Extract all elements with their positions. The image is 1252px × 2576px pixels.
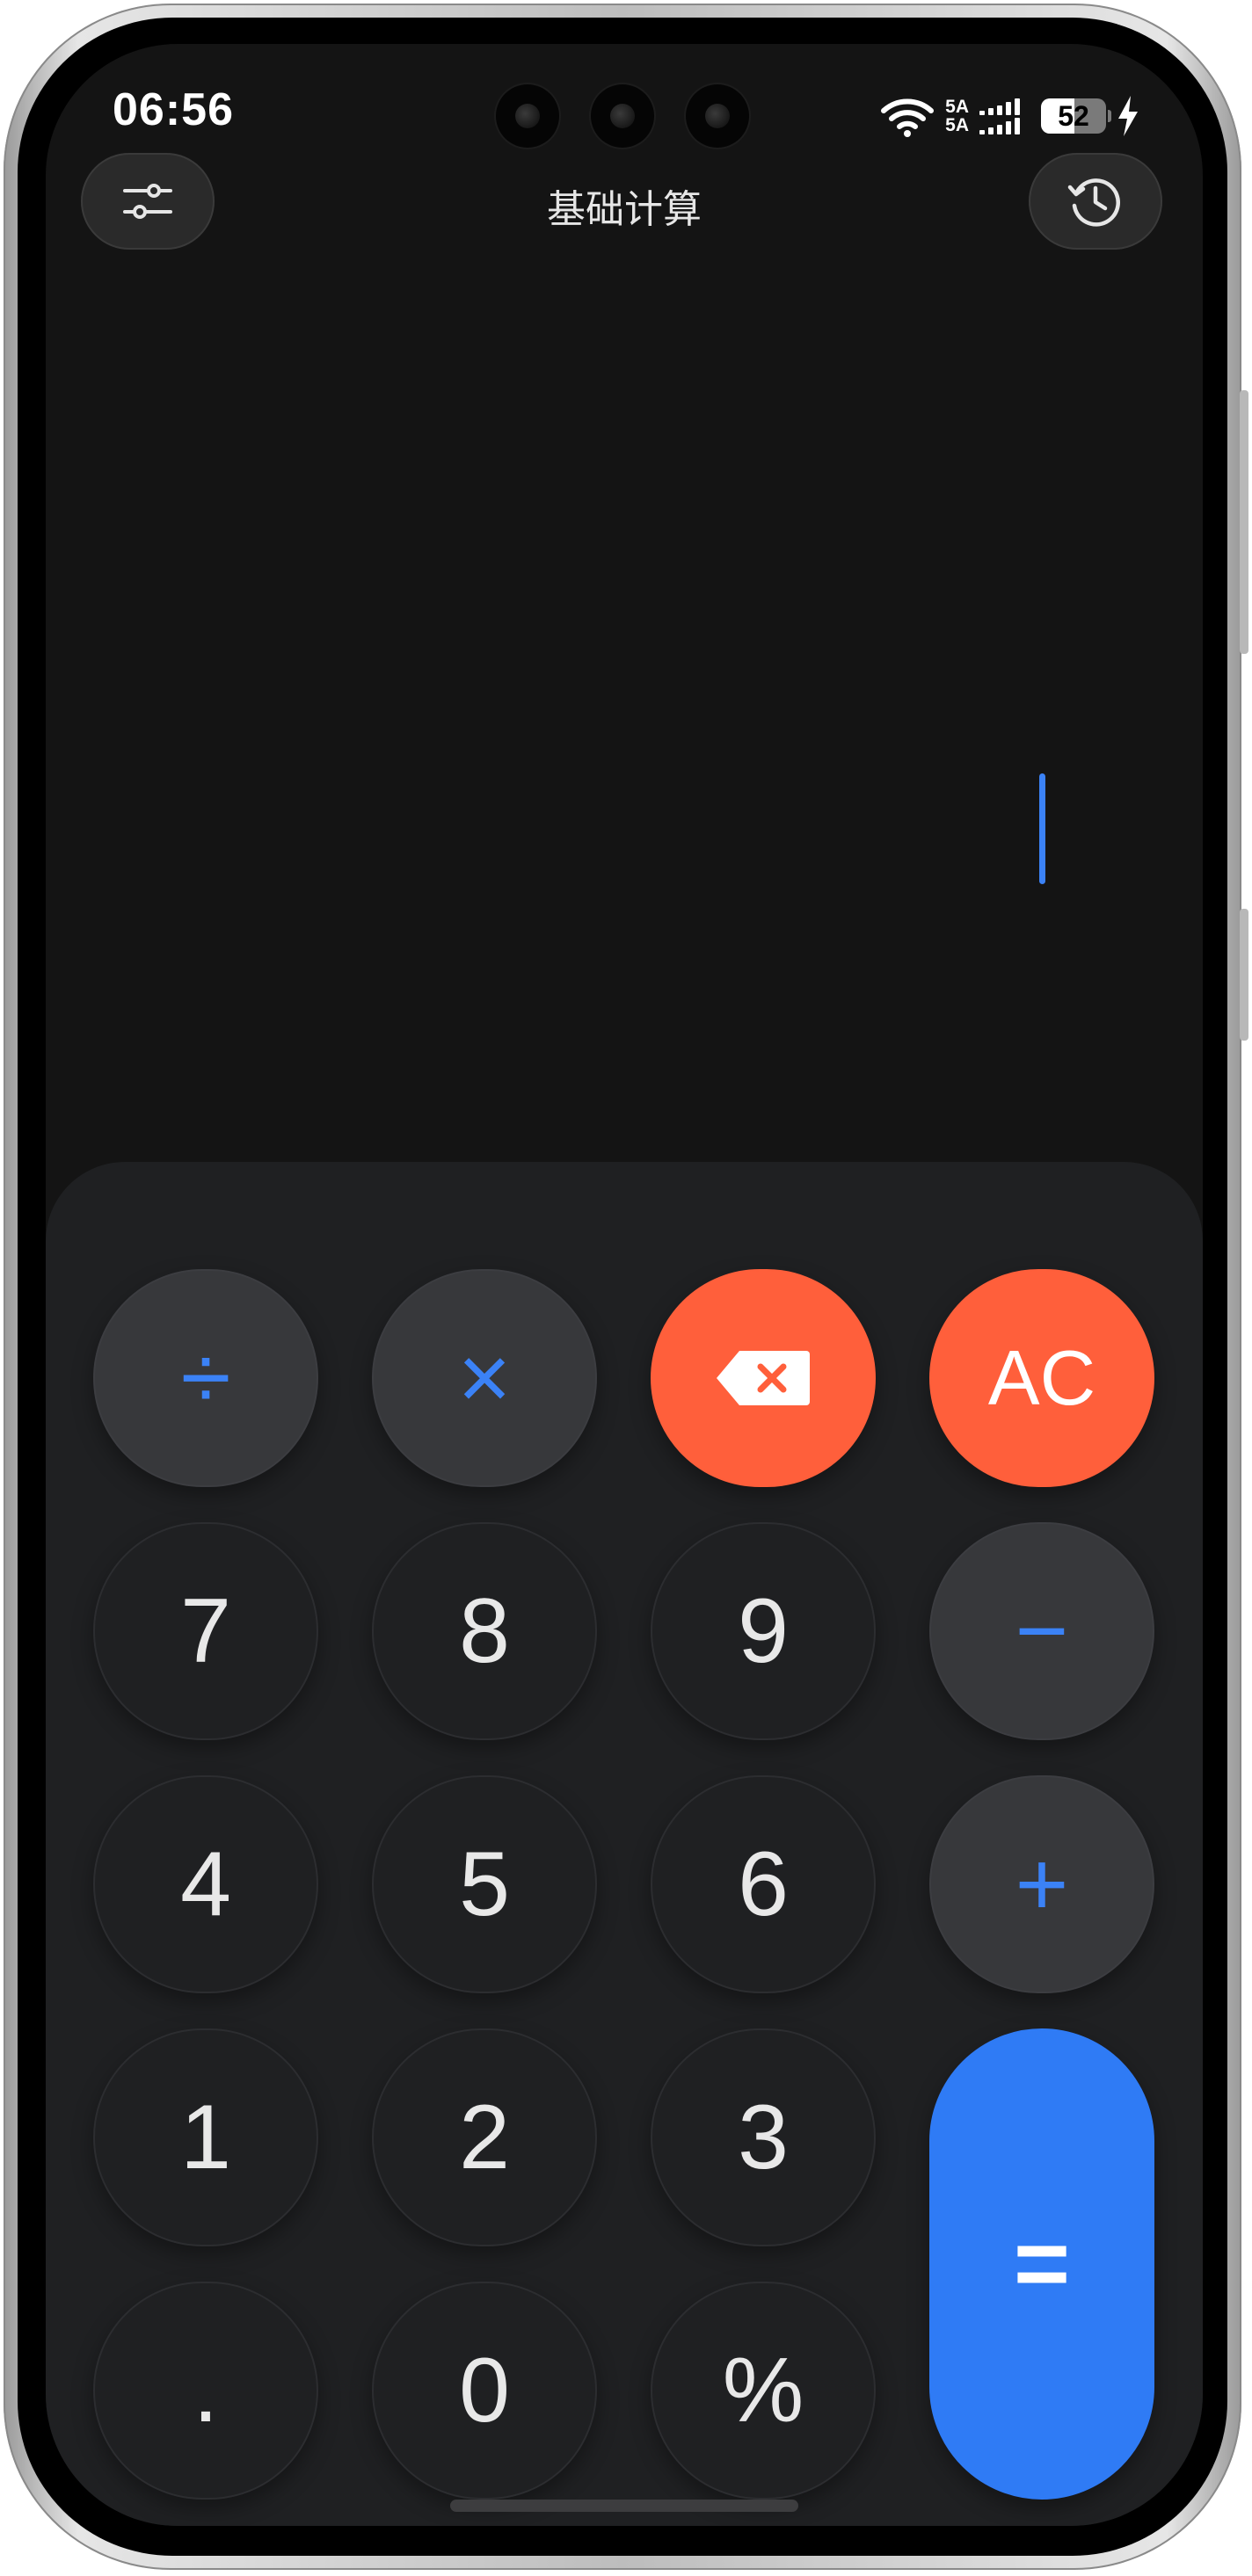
history-icon bbox=[1067, 178, 1120, 227]
digit-7-button[interactable]: 7 bbox=[93, 1522, 318, 1740]
digit-2-button[interactable]: 2 bbox=[372, 2028, 597, 2246]
home-indicator[interactable] bbox=[450, 2500, 798, 2512]
equals-button[interactable]: = bbox=[929, 2028, 1154, 2500]
digit-9-button[interactable]: 9 bbox=[651, 1522, 876, 1740]
front-camera bbox=[591, 84, 654, 148]
digit-8-button[interactable]: 8 bbox=[372, 1522, 597, 1740]
digit-1-label: 1 bbox=[180, 2086, 231, 2188]
signal-icon bbox=[979, 98, 1020, 134]
power-button bbox=[1240, 909, 1248, 1041]
decimal-point-button[interactable]: . bbox=[93, 2282, 318, 2500]
digit-0-button[interactable]: 0 bbox=[372, 2282, 597, 2500]
divide-button[interactable]: ÷ bbox=[93, 1269, 318, 1487]
digit-4-button[interactable]: 4 bbox=[93, 1775, 318, 1993]
percent-button[interactable]: % bbox=[651, 2282, 876, 2500]
front-sensor-left bbox=[496, 84, 559, 148]
status-time: 06:56 bbox=[113, 84, 234, 135]
multiply-label: × bbox=[457, 1327, 512, 1429]
screen: 06:56 5A 5A 52 基础计算 ÷ × AC 7 8 9 − 4 5 6… bbox=[46, 44, 1203, 2526]
plus-button[interactable]: + bbox=[929, 1775, 1154, 1993]
battery-percent: 52 bbox=[1058, 99, 1089, 132]
status-bar: 06:56 5A 5A 52 bbox=[46, 44, 1203, 176]
digit-5-label: 5 bbox=[459, 1833, 510, 1935]
percent-label: % bbox=[722, 2340, 804, 2442]
network-label-bottom: 5A bbox=[945, 115, 969, 135]
history-button[interactable] bbox=[1029, 153, 1162, 250]
keypad: ÷ × AC 7 8 9 − 4 5 6 + 1 2 3 = . 0 % bbox=[46, 1162, 1203, 2526]
minus-label: − bbox=[1015, 1580, 1069, 1682]
equals-label: = bbox=[1013, 2210, 1071, 2318]
digit-4-label: 4 bbox=[180, 1833, 231, 1935]
digit-9-label: 9 bbox=[738, 1580, 789, 1682]
digit-3-label: 3 bbox=[738, 2086, 789, 2188]
backspace-button[interactable] bbox=[651, 1269, 876, 1487]
divide-label: ÷ bbox=[180, 1327, 231, 1429]
expression-display[interactable] bbox=[98, 765, 1045, 896]
plus-label: + bbox=[1015, 1833, 1069, 1935]
digit-1-button[interactable]: 1 bbox=[93, 2028, 318, 2246]
digit-2-label: 2 bbox=[459, 2086, 510, 2188]
backspace-icon bbox=[717, 1351, 810, 1405]
digit-7-label: 7 bbox=[180, 1580, 231, 1682]
digit-5-button[interactable]: 5 bbox=[372, 1775, 597, 1993]
clear-button[interactable]: AC bbox=[929, 1269, 1154, 1487]
front-sensor-right bbox=[686, 84, 749, 148]
multiply-button[interactable]: × bbox=[372, 1269, 597, 1487]
clear-label: AC bbox=[987, 1334, 1096, 1421]
digit-8-label: 8 bbox=[459, 1580, 510, 1682]
decimal-point-label: . bbox=[193, 2340, 219, 2442]
battery-icon: 52 bbox=[1041, 98, 1111, 134]
wifi-icon bbox=[881, 98, 935, 137]
digit-6-label: 6 bbox=[738, 1833, 789, 1935]
digit-6-button[interactable]: 6 bbox=[651, 1775, 876, 1993]
minus-button[interactable]: − bbox=[929, 1522, 1154, 1740]
digit-0-label: 0 bbox=[459, 2340, 510, 2442]
charging-icon bbox=[1118, 96, 1138, 136]
status-icons: 5A 5A 52 bbox=[880, 90, 1139, 142]
digit-3-button[interactable]: 3 bbox=[651, 2028, 876, 2246]
network-label-top: 5A bbox=[945, 97, 969, 117]
network-type: 5A 5A bbox=[945, 98, 969, 134]
volume-button bbox=[1240, 390, 1248, 654]
